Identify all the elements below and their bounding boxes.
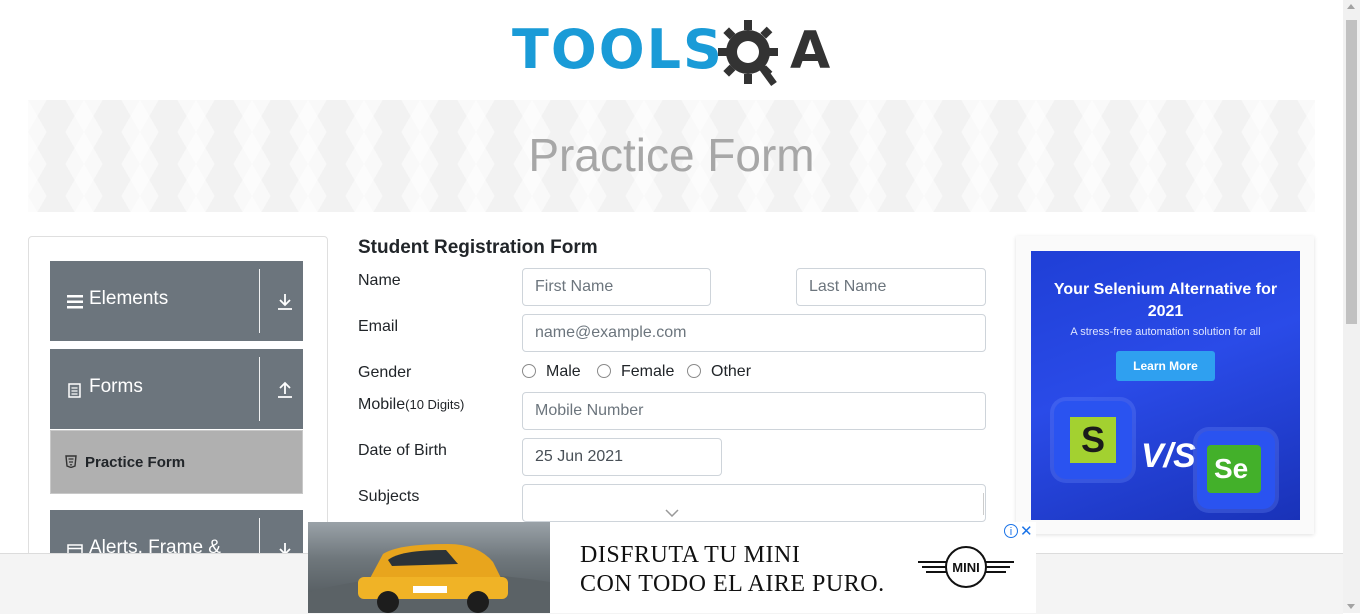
date-of-birth-input[interactable] [522, 438, 722, 476]
gender-other-label[interactable]: Other [711, 363, 751, 381]
mini-car-image [308, 522, 550, 613]
mini-brand-text: MINI [952, 560, 979, 575]
list-icon [67, 295, 83, 309]
katalon-tile: S [1054, 401, 1132, 479]
gender-male-label[interactable]: Male [546, 363, 581, 381]
sidebar: Elements Forms Practice Form Alerts, Fra… [28, 236, 328, 568]
subjects-input[interactable] [522, 484, 986, 522]
gender-other-radio[interactable] [687, 364, 701, 378]
gender-male-radio[interactable] [522, 364, 536, 378]
first-name-input[interactable] [522, 268, 711, 306]
katalon-logo-icon: S [1070, 417, 1116, 463]
versus-text: V/S [1141, 437, 1196, 475]
mobile-label: Mobile(10 Digits) [358, 396, 464, 414]
page-banner: Practice Form [28, 100, 1315, 212]
upload-arrow-icon[interactable] [277, 381, 293, 399]
bottom-advertisement[interactable]: DISFRUTA TU MINI CON TODO EL AIRE PURO. … [308, 522, 1036, 613]
divider [259, 357, 260, 421]
side-ad-subline: A stress-free automation solution for al… [1070, 326, 1261, 338]
html5-icon [65, 455, 77, 468]
toolsqa-logo[interactable]: TOOLS A [512, 18, 836, 90]
last-name-input[interactable] [796, 268, 986, 306]
sidebar-group-elements[interactable]: Elements [50, 261, 303, 341]
scroll-up-icon[interactable] [1347, 4, 1355, 9]
side-advertisement[interactable]: Your Selenium Alternative for 2021 A str… [1016, 236, 1314, 534]
ad-line-2: CON TODO EL AIRE PURO. [580, 571, 885, 597]
scroll-down-icon[interactable] [1347, 604, 1355, 609]
email-input[interactable] [522, 314, 986, 352]
chevron-down-icon[interactable] [665, 509, 679, 517]
car-icon [308, 544, 550, 613]
ad-line-1: DISFRUTA TU MINI [580, 542, 801, 568]
mobile-input[interactable] [522, 392, 986, 430]
dob-label: Date of Birth [358, 442, 447, 459]
divider [259, 269, 260, 333]
mobile-label-text: Mobile [358, 396, 406, 413]
page-title: Practice Form [528, 129, 815, 181]
subjects-separator [983, 493, 984, 515]
selenium-logo-icon: Se [1207, 445, 1261, 493]
sidebar-item-label: Practice Form [85, 454, 186, 471]
logo-letter: A [790, 21, 830, 81]
scrollbar-thumb[interactable] [1346, 20, 1357, 324]
form-title: Student Registration Form [358, 237, 598, 258]
gender-label: Gender [358, 364, 412, 381]
side-ad-creative[interactable]: Your Selenium Alternative for 2021 A str… [1031, 251, 1300, 520]
ad-info-icon[interactable]: i [1004, 524, 1018, 538]
gender-female-radio[interactable] [597, 364, 611, 378]
sidebar-group-label: Forms [89, 376, 143, 397]
gender-female-label[interactable]: Female [621, 363, 674, 381]
document-icon [68, 383, 81, 398]
subjects-label: Subjects [358, 488, 420, 505]
page-scrollbar[interactable] [1343, 0, 1360, 613]
ad-close-icon[interactable]: ✕ [1020, 522, 1033, 540]
selenium-tile: Se [1197, 431, 1275, 509]
logo-text: TOOLS [512, 18, 724, 81]
email-label: Email [358, 318, 399, 335]
side-ad-headline: Your Selenium Alternative for 2021 [1053, 281, 1278, 320]
mini-brand-logo: MINI [918, 546, 1014, 588]
sidebar-group-label: Elements [89, 288, 169, 309]
mobile-hint: (10 Digits) [405, 397, 465, 412]
sidebar-group-forms[interactable]: Forms [50, 349, 303, 429]
sidebar-item-practice-form[interactable]: Practice Form [50, 430, 303, 494]
download-arrow-icon[interactable] [277, 293, 293, 311]
learn-more-button[interactable]: Learn More [1116, 351, 1215, 381]
gear-magnifier-icon: A [718, 20, 830, 87]
name-label: Name [358, 272, 401, 289]
